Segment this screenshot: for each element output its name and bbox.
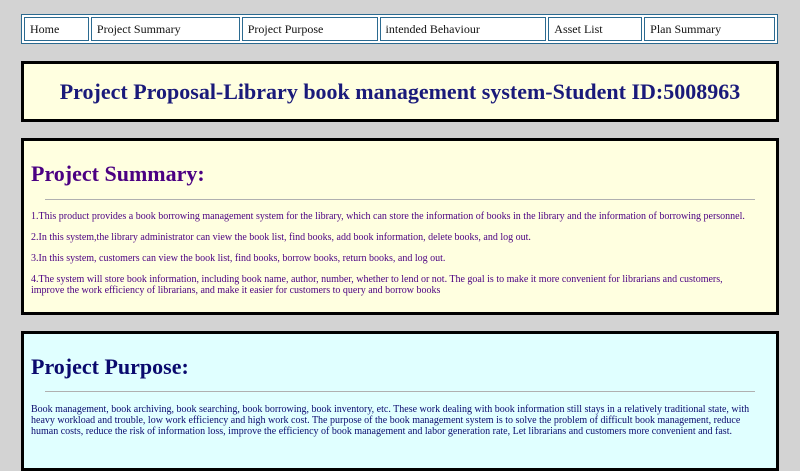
summary-paragraph: 4.The system will store book information… xyxy=(31,274,723,296)
nav-asset-list[interactable]: Asset List xyxy=(548,17,643,41)
title-panel: Project Proposal-Library book management… xyxy=(21,61,779,122)
nav-plan-summary[interactable]: Plan Summary xyxy=(644,17,775,41)
summary-body: 1.This product provides a book borrowing… xyxy=(31,211,756,306)
purpose-body: Book management, book archiving, book se… xyxy=(31,404,758,437)
page-title: Project Proposal-Library book management… xyxy=(59,78,741,104)
summary-paragraph: 3.In this system, customers can view the… xyxy=(31,253,446,264)
summary-paragraph: 2.In this system,the library administrat… xyxy=(31,232,531,243)
purpose-paragraph: Book management, book archiving, book se… xyxy=(31,404,750,437)
nav-project-purpose[interactable]: Project Purpose xyxy=(241,17,378,41)
summary-heading: Project Summary: xyxy=(31,161,205,186)
purpose-divider xyxy=(45,391,755,392)
project-summary-section: Project Summary: 1.This product provides… xyxy=(21,138,779,315)
summary-divider xyxy=(45,199,755,200)
nav-project-summary[interactable]: Project Summary xyxy=(90,17,240,41)
purpose-heading: Project Purpose: xyxy=(31,354,189,379)
project-purpose-section: Project Purpose: Book management, book a… xyxy=(21,331,779,471)
summary-paragraph: 1.This product provides a book borrowing… xyxy=(31,211,745,222)
nav-bar: Home Project Summary Project Purpose int… xyxy=(21,14,778,44)
nav-intended-behaviour[interactable]: intended Behaviour xyxy=(379,17,547,41)
nav-home[interactable]: Home xyxy=(24,17,89,41)
